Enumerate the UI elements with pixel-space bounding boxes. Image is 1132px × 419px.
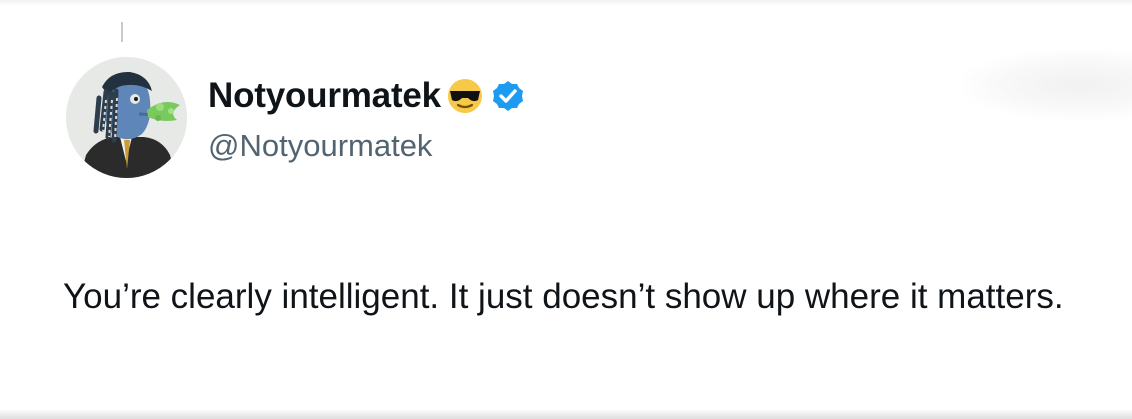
top-edge-shadow (0, 0, 1132, 6)
user-info: Notyourmatek @Notyourmatek (208, 74, 525, 174)
faded-background-element (962, 50, 1132, 120)
tweet-card: Notyourmatek @Notyourmatek You’re clearl… (0, 0, 1132, 419)
verified-badge-icon[interactable] (491, 79, 525, 113)
avatar[interactable] (66, 57, 187, 178)
tweet-text: You’re clearly intelligent. It just does… (63, 277, 1064, 316)
thread-line (121, 22, 123, 42)
username-handle[interactable]: @Notyourmatek (208, 128, 525, 164)
smiling-face-with-sunglasses-icon (445, 76, 485, 116)
avatar-image (66, 57, 187, 178)
display-name[interactable]: Notyourmatek (208, 76, 441, 116)
bottom-edge-shadow (0, 409, 1132, 419)
name-row: Notyourmatek (208, 74, 525, 118)
